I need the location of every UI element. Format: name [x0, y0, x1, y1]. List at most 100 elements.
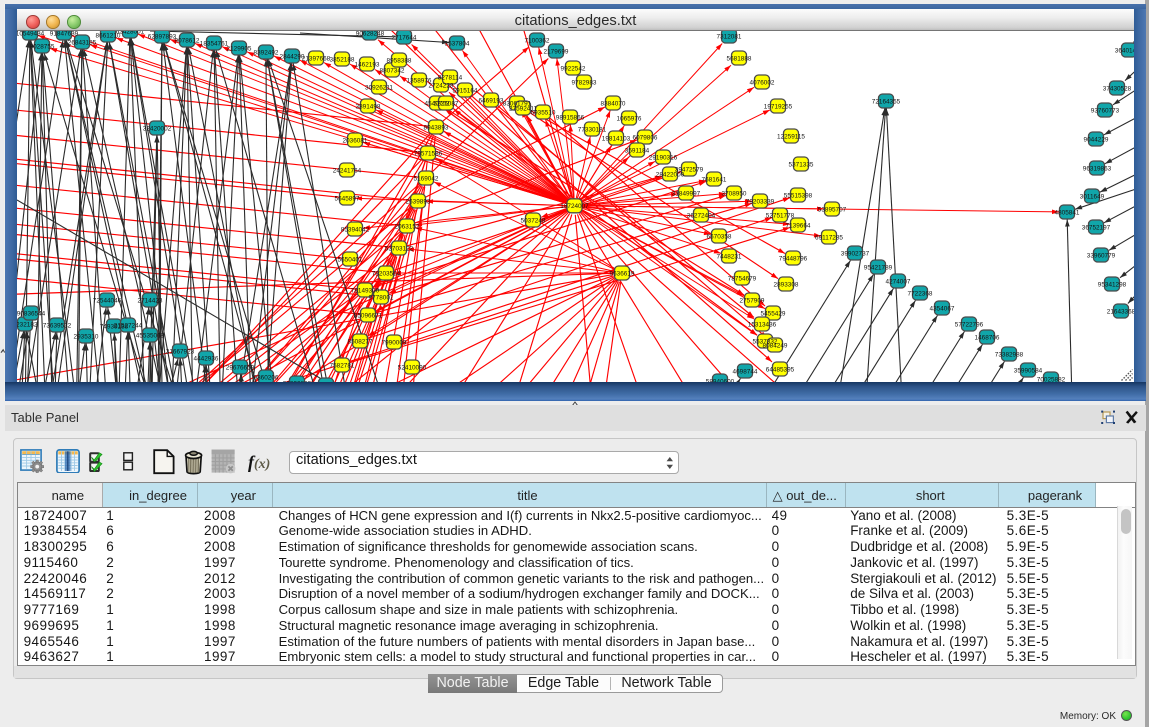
svg-text:3591184: 3591184 [625, 147, 650, 154]
svg-text:9782983: 9782983 [572, 79, 597, 86]
svg-text:7448231: 7448231 [717, 253, 742, 260]
svg-text:98915866: 98915866 [556, 114, 585, 121]
svg-text:90628248: 90628248 [356, 31, 385, 37]
svg-text:73639532: 73639532 [43, 322, 72, 329]
svg-text:2724228: 2724228 [429, 82, 454, 89]
svg-text:2893308: 2893308 [774, 281, 799, 288]
svg-text:96319863: 96319863 [1083, 165, 1112, 172]
svg-text:58940600: 58940600 [706, 378, 735, 382]
svg-text:7312081: 7312081 [717, 33, 742, 40]
svg-text:9778001: 9778001 [369, 294, 394, 301]
svg-text:63428001: 63428001 [116, 31, 145, 35]
svg-text:5371335: 5371335 [789, 161, 814, 168]
svg-text:79448796: 79448796 [779, 255, 808, 262]
svg-text:8958388: 8958388 [387, 57, 412, 64]
svg-text:52410090: 52410090 [398, 364, 427, 371]
svg-text:5225087: 5225087 [434, 100, 459, 107]
svg-text:6670358: 6670358 [707, 233, 732, 240]
svg-text:2717644: 2717644 [392, 34, 417, 41]
svg-text:5455429: 5455429 [761, 310, 786, 317]
svg-text:31667923: 31667923 [166, 348, 195, 355]
svg-text:3011649: 3011649 [1080, 193, 1105, 200]
svg-text:79203339: 79203339 [746, 198, 775, 205]
svg-text:5915164: 5915164 [453, 87, 478, 94]
svg-text:21397668: 21397668 [302, 55, 331, 62]
svg-text:3537804: 3537804 [445, 40, 470, 47]
svg-text:5169042: 5169042 [414, 175, 439, 182]
svg-text:1462193: 1462193 [355, 61, 380, 68]
svg-text:39472579: 39472579 [675, 166, 704, 173]
svg-text:78754679: 78754679 [728, 275, 757, 282]
svg-text:9860206: 9860206 [254, 374, 279, 381]
svg-text:9044229: 9044229 [1084, 136, 1109, 143]
svg-text:70025882: 70025882 [1037, 376, 1066, 382]
svg-text:78203564: 78203564 [372, 270, 401, 277]
svg-text:5232182: 5232182 [17, 321, 38, 328]
svg-text:2714423: 2714423 [138, 297, 163, 304]
svg-text:5645897: 5645897 [335, 195, 360, 202]
svg-text:90836544: 90836544 [17, 310, 46, 317]
svg-text:3852188: 3852188 [330, 56, 355, 63]
svg-text:33960779: 33960779 [1087, 252, 1116, 259]
svg-text:2179699: 2179699 [544, 48, 569, 55]
svg-text:64485395: 64485395 [766, 366, 795, 373]
svg-text:4274007: 4274007 [886, 278, 911, 285]
svg-text:91847639: 91847639 [50, 31, 79, 37]
svg-text:7582781: 7582781 [330, 362, 355, 369]
svg-text:19814103: 19814103 [602, 135, 631, 142]
svg-text:26843185: 26843185 [68, 39, 97, 46]
svg-text:96290869: 96290869 [283, 380, 312, 382]
svg-text:53895707: 53895707 [818, 206, 847, 213]
svg-text:5681888: 5681888 [727, 55, 752, 62]
svg-text:6935510: 6935510 [531, 109, 556, 116]
svg-text:77330181: 77330181 [578, 126, 607, 133]
svg-text:37430528: 37430528 [1103, 85, 1132, 92]
svg-text:6469193: 6469193 [479, 97, 504, 104]
svg-text:8278114: 8278114 [438, 74, 463, 81]
svg-text:4354067: 4354067 [930, 305, 955, 312]
svg-text:73382988: 73382988 [995, 351, 1024, 358]
svg-text:62897893: 62897893 [148, 33, 177, 40]
svg-text:18724007: 18724007 [560, 203, 589, 210]
svg-text:9636619: 9636619 [610, 270, 635, 277]
svg-text:7139664: 7139664 [786, 222, 811, 229]
svg-text:7681641: 7681641 [702, 176, 727, 183]
svg-text:24241764: 24241764 [333, 167, 362, 174]
svg-text:31849997: 31849997 [672, 190, 701, 197]
svg-text:2639893: 2639893 [406, 198, 431, 205]
svg-text:2935310: 2935310 [74, 333, 99, 340]
svg-text:4698744: 4698744 [733, 368, 758, 375]
svg-text:5650401: 5650401 [338, 256, 363, 263]
svg-text:85394042: 85394042 [341, 226, 370, 233]
svg-text:3708950: 3708950 [722, 190, 747, 197]
svg-text:10549434: 10549434 [17, 31, 45, 37]
svg-text:79571586: 79571586 [414, 150, 443, 157]
svg-text:85096671: 85096671 [354, 312, 383, 319]
svg-text:95341298: 95341298 [1098, 281, 1127, 288]
svg-text:8384070: 8384070 [601, 100, 626, 107]
svg-text:7100362: 7100362 [525, 37, 550, 44]
svg-text:7990009: 7990009 [382, 339, 407, 346]
svg-text:78149300: 78149300 [351, 287, 380, 294]
svg-text:2063152: 2063152 [395, 223, 420, 230]
svg-text:72544046: 72544046 [93, 297, 122, 304]
svg-text:29676659: 29676659 [226, 364, 255, 371]
svg-text:12259115: 12259115 [777, 133, 805, 140]
svg-text:21527244: 21527244 [114, 322, 143, 329]
svg-text:8943893: 8943893 [424, 124, 449, 131]
svg-text:45535068: 45535068 [136, 332, 165, 339]
svg-text:9922542: 9922542 [561, 65, 586, 72]
svg-text:93760773: 93760773 [1091, 107, 1120, 114]
svg-text:29190316: 29190316 [649, 154, 678, 161]
svg-text:5037248: 5037248 [521, 217, 546, 224]
svg-text:36401454: 36401454 [1115, 47, 1134, 54]
svg-text:2036081: 2036081 [343, 137, 368, 144]
svg-text:19719255: 19719255 [764, 103, 793, 110]
svg-text:4805841: 4805841 [1055, 209, 1080, 216]
svg-text:57722796: 57722796 [955, 321, 984, 328]
svg-text:21643368: 21643368 [1107, 308, 1134, 315]
svg-text:8508277: 8508277 [348, 338, 373, 345]
svg-text:32420002: 32420002 [143, 125, 172, 132]
svg-text:36752197: 36752197 [1082, 224, 1111, 231]
svg-text:35990584: 35990584 [1014, 367, 1043, 374]
